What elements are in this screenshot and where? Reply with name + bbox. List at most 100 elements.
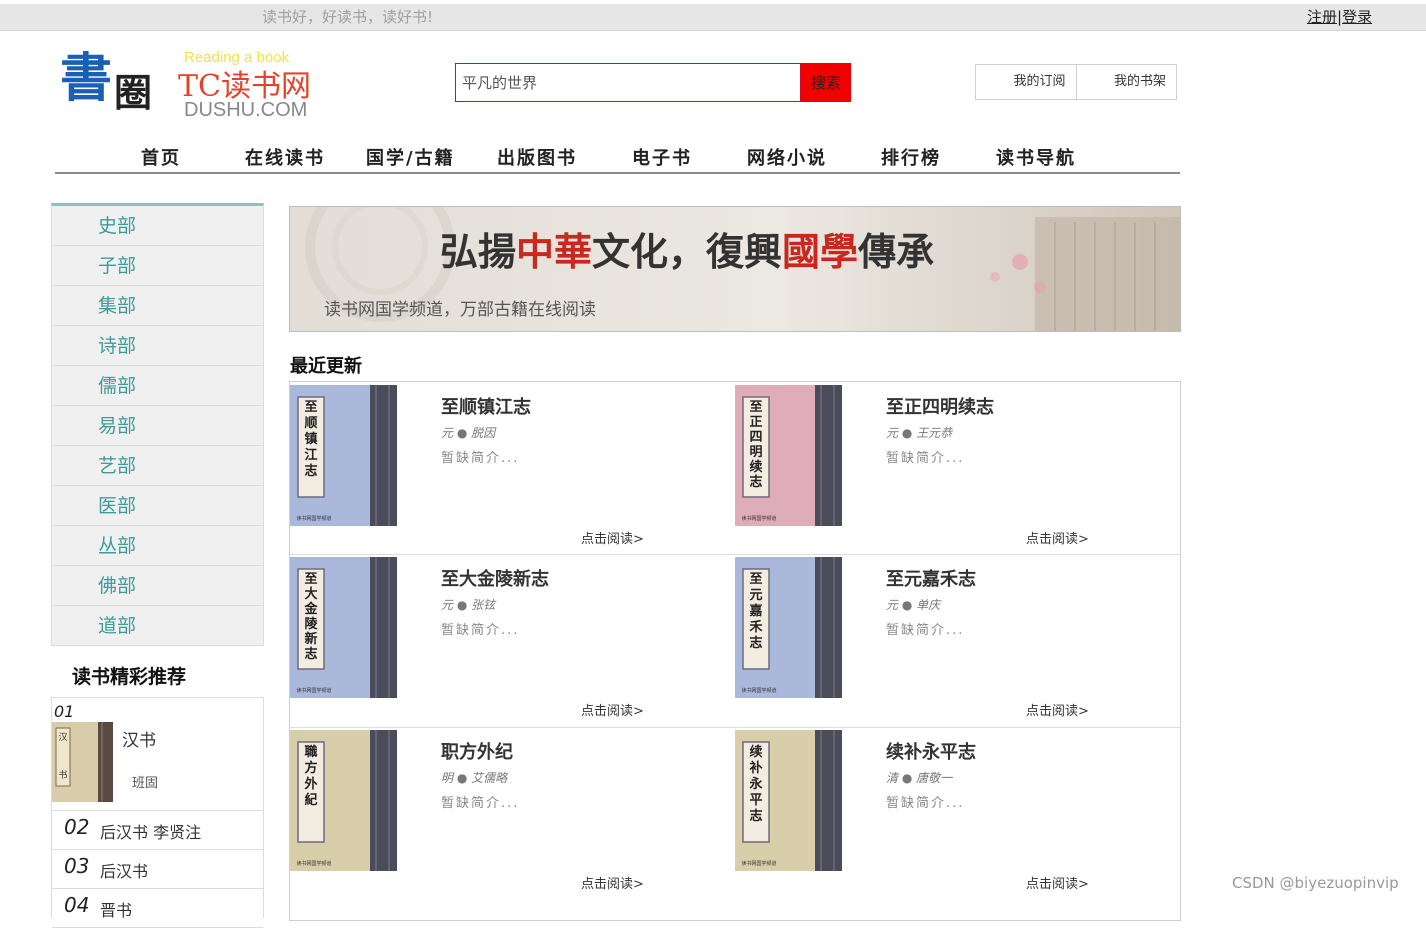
svg-text:四: 四 bbox=[749, 430, 762, 445]
svg-text:志: 志 bbox=[749, 808, 762, 824]
read-link[interactable]: 点击阅读> bbox=[581, 873, 644, 892]
nav-web-novels[interactable]: 网络小说 bbox=[747, 144, 827, 170]
recommend-list: 01 汉 书 汉书 班固 02 后汉书 李贤注 03 后汉书 04 晋书 bbox=[51, 697, 264, 928]
book-title[interactable]: 至正四明续志 bbox=[886, 393, 994, 419]
svg-text:陵: 陵 bbox=[304, 616, 318, 632]
svg-text:職: 職 bbox=[304, 744, 317, 760]
category-item[interactable]: 丛部 bbox=[52, 526, 263, 566]
svg-text:平: 平 bbox=[749, 793, 762, 808]
nav-reading-guide[interactable]: 读书导航 bbox=[996, 144, 1076, 170]
recommend-book-title[interactable]: 后汉书 bbox=[100, 858, 148, 882]
svg-text:元: 元 bbox=[749, 588, 762, 603]
book-cover[interactable]: 读书网国学频道 至元嘉禾志 bbox=[735, 557, 842, 698]
main-nav: 首页 在线读书 国学/古籍 出版图书 电子书 网络小说 排行榜 读书导航 bbox=[55, 140, 1180, 174]
book-author: 元 ● 脱因 bbox=[441, 426, 496, 440]
recommend-book-author: 班固 bbox=[132, 776, 159, 791]
book-title[interactable]: 至顺镇江志 bbox=[441, 393, 531, 419]
recommend-item[interactable]: 02 后汉书 李贤注 bbox=[52, 811, 263, 850]
nav-online-reading[interactable]: 在线读书 bbox=[245, 144, 325, 170]
book-card[interactable]: 读书网国学频道至正四明续志 至正四明续志元 ● 王元恭 暂缺简介... 点击阅读> bbox=[735, 382, 1180, 554]
book-card[interactable]: 读书网国学频道 職方外紀 职方外纪明 ● 艾儒略 暂缺简介... 点击阅读> bbox=[290, 727, 735, 899]
nav-guoxue[interactable]: 国学/古籍 bbox=[366, 144, 455, 170]
category-item[interactable]: 集部 bbox=[52, 286, 263, 326]
recommend-book-title[interactable]: 晋书 bbox=[100, 897, 132, 921]
svg-text:方: 方 bbox=[304, 760, 317, 776]
banner-headline-part: 中華 bbox=[516, 229, 592, 274]
book-title[interactable]: 续补永平志 bbox=[886, 738, 976, 764]
book-card[interactable]: 读书网国学频道至大金陵新志至大金陵新志元 ● 张铉 暂缺简介... 点击阅读> bbox=[290, 554, 735, 726]
logo-domain: DUSHU.COM bbox=[184, 99, 307, 121]
svg-text:紀: 紀 bbox=[304, 792, 317, 808]
recommend-book-title[interactable]: 汉书 bbox=[122, 726, 156, 751]
book-author: 元 ● 单庆 bbox=[886, 598, 941, 612]
category-item[interactable]: 史部 bbox=[52, 206, 263, 246]
row-divider bbox=[290, 727, 1180, 728]
category-item[interactable]: 道部 bbox=[52, 606, 263, 645]
svg-text:续: 续 bbox=[749, 744, 762, 760]
read-link[interactable]: 点击阅读> bbox=[581, 528, 644, 547]
nav-published-books[interactable]: 出版图书 bbox=[497, 144, 577, 170]
recommend-item[interactable]: 03 后汉书 bbox=[52, 850, 263, 889]
book-desc: 暂缺简介... bbox=[441, 796, 520, 811]
recommend-cover[interactable]: 汉 书 bbox=[52, 722, 113, 802]
book-desc: 暂缺简介... bbox=[886, 451, 965, 466]
banner-subline: 读书网国学频道，万部古籍在线阅读 bbox=[324, 300, 596, 320]
book-title[interactable]: 职方外纪 bbox=[441, 738, 513, 764]
svg-text:至: 至 bbox=[304, 572, 317, 587]
book-card[interactable]: 读书网国学频道至元嘉禾志至元嘉禾志元 ● 单庆 暂缺简介... 点击阅读> bbox=[735, 554, 1180, 726]
svg-text:外: 外 bbox=[303, 776, 317, 792]
book-author: 明 ● 艾儒略 bbox=[441, 771, 508, 785]
read-link[interactable]: 点击阅读> bbox=[581, 700, 644, 719]
site-slogan: 读书好，好读书，读好书! bbox=[262, 8, 434, 26]
recommend-item[interactable]: 04 晋书 bbox=[52, 889, 263, 928]
svg-text:正: 正 bbox=[749, 415, 762, 430]
banner-headline-part: 弘揚 bbox=[440, 229, 516, 274]
book-title[interactable]: 至大金陵新志 bbox=[441, 565, 549, 591]
category-item[interactable]: 艺部 bbox=[52, 446, 263, 486]
read-link[interactable]: 点击阅读> bbox=[1026, 528, 1089, 547]
book-author: 元 ● 王元恭 bbox=[886, 426, 953, 440]
category-item[interactable]: 子部 bbox=[52, 246, 263, 286]
register-link[interactable]: 注册 bbox=[1307, 8, 1337, 26]
search-button[interactable]: 搜索 bbox=[801, 63, 851, 102]
nav-ebooks[interactable]: 电子书 bbox=[632, 144, 692, 170]
watermark: CSDN @biyezuopinvip bbox=[1232, 874, 1399, 892]
book-title[interactable]: 至元嘉禾志 bbox=[886, 565, 976, 591]
svg-text:读书网国学频道: 读书网国学频道 bbox=[741, 687, 776, 694]
read-link[interactable]: 点击阅读> bbox=[1026, 700, 1089, 719]
nav-rankings[interactable]: 排行榜 bbox=[881, 144, 941, 170]
book-cover[interactable]: 读书网国学频道 至正四明续志 bbox=[735, 385, 842, 526]
my-bookshelf-link[interactable]: 我的书架 bbox=[1075, 65, 1177, 99]
search-input[interactable] bbox=[455, 63, 801, 102]
guoxue-banner[interactable]: 弘揚中華文化，復興國學傳承 读书网国学频道，万部古籍在线阅读 bbox=[289, 206, 1181, 332]
book-cover[interactable]: 读书网国学频道 至大金陵新志 bbox=[290, 557, 397, 698]
svg-text:明: 明 bbox=[749, 445, 762, 460]
read-link[interactable]: 点击阅读> bbox=[1026, 873, 1089, 892]
book-desc: 暂缺简介... bbox=[886, 796, 965, 811]
recommend-rank: 03 bbox=[64, 854, 90, 878]
book-cover[interactable]: 读书网国学频道 续补永平志 bbox=[735, 730, 842, 871]
recommend-item-featured[interactable]: 01 汉 书 汉书 班固 bbox=[52, 698, 263, 811]
svg-text:顺: 顺 bbox=[304, 416, 317, 431]
svg-text:志: 志 bbox=[304, 463, 317, 479]
nav-home[interactable]: 首页 bbox=[141, 144, 181, 170]
category-item[interactable]: 诗部 bbox=[52, 326, 263, 366]
banner-headline-part: 傳承 bbox=[857, 229, 934, 274]
svg-text:永: 永 bbox=[748, 776, 763, 792]
login-link[interactable]: 登录 bbox=[1342, 8, 1372, 26]
site-logo[interactable]: 書 圈 Reading a book TC读书网 DUSHU.COM bbox=[58, 38, 358, 122]
category-item[interactable]: 儒部 bbox=[52, 366, 263, 406]
book-card[interactable]: 读书网国学频道续补永平志续补永平志清 ● 唐敬一 暂缺简介... 点击阅读> bbox=[735, 727, 1180, 899]
book-desc: 暂缺简介... bbox=[441, 451, 520, 466]
category-item[interactable]: 医部 bbox=[52, 486, 263, 526]
category-item[interactable]: 佛部 bbox=[52, 566, 263, 606]
recommend-title: 读书精彩推荐 bbox=[72, 666, 187, 688]
recommend-book-title[interactable]: 后汉书 李贤注 bbox=[100, 819, 201, 843]
my-subscription-link[interactable]: 我的订阅 bbox=[976, 65, 1076, 99]
svg-text:至: 至 bbox=[749, 400, 762, 415]
book-cover[interactable]: 读书网国学频道 職方外紀 bbox=[290, 730, 397, 871]
book-card[interactable]: 读书网国学频道至顺镇江志 至顺镇江志元 ● 脱因暂缺简介... 点击阅读> bbox=[290, 382, 735, 554]
category-item[interactable]: 易部 bbox=[52, 406, 263, 446]
book-cover[interactable]: 读书网国学频道 至顺镇江志 bbox=[290, 385, 397, 526]
recent-title: 最近更新 bbox=[290, 356, 362, 377]
